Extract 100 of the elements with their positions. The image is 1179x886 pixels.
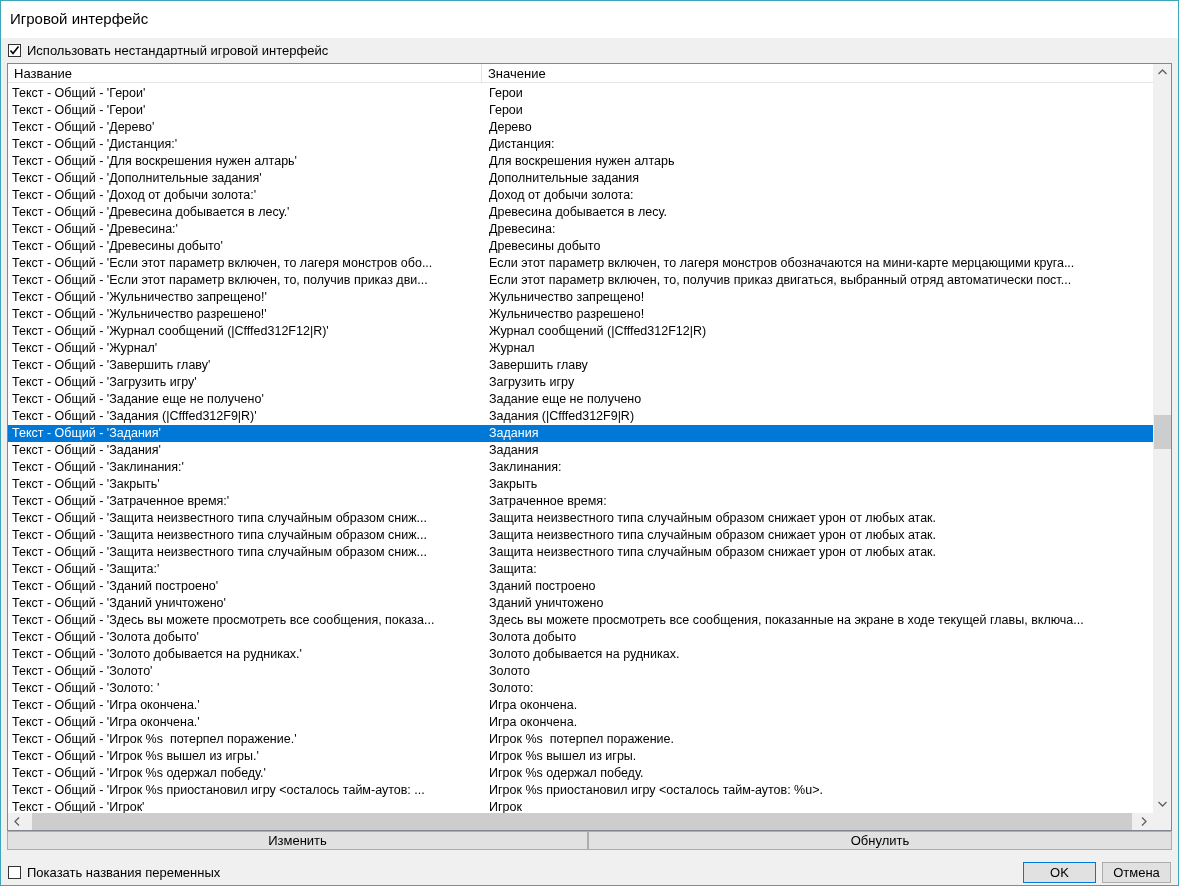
value-cell-text: Журнал (488, 340, 536, 357)
name-cell-text: Текст - Общий - 'Здесь вы можете просмотреть все сообщения, показа... (11, 612, 436, 629)
value-cell-text: Жульничество разрешено! (488, 306, 646, 323)
name-cell-text: Текст - Общий - 'Игра окончена.' (11, 714, 201, 731)
name-cell-text: Текст - Общий - 'Золото: ' (11, 680, 161, 697)
value-cell-text: Древесины добыто (488, 238, 602, 255)
action-button[interactable]: Изменить (7, 831, 588, 850)
value-cell-text: Для воскрешения нужен алтарь (488, 153, 676, 170)
value-cell-text: Защита неизвестного типа случайным образом снижает урон от любых атак. (488, 510, 938, 527)
name-cell-text: Текст - Общий - 'Игрок %s одержал победу.' (11, 765, 267, 782)
name-cell-text: Текст - Общий - 'Журнал' (11, 340, 159, 357)
value-cell-text: Зданий уничтожено (488, 595, 605, 612)
name-cell-text: Текст - Общий - 'Журнал сообщений (|Cfffed312F12|R)' (11, 323, 330, 340)
value-cell-text: Задания (488, 425, 540, 442)
dialog-button[interactable]: Отмена (1102, 862, 1171, 883)
scrollbar-thumb[interactable] (1153, 415, 1171, 449)
value-cell-text: Игра окончена. (488, 697, 579, 714)
name-cell-text: Текст - Общий - 'Золото' (11, 663, 154, 680)
value-cell-text: Игрок %s одержал победу. (488, 765, 645, 782)
value-cell-text: Затраченное время: (488, 493, 608, 510)
name-cell-text: Текст - Общий - 'Если этот параметр включен, то лагеря монстров обо... (11, 255, 434, 272)
value-cell-text: Древесина добывается в лесу. (488, 204, 668, 221)
list-row[interactable]: Текст - Общий - 'Задания' Задания (8, 425, 1153, 442)
name-cell-text: Текст - Общий - 'Защита неизвестного типа случайным образом сниж... (11, 544, 429, 561)
name-cell-text: Текст - Общий - 'Золото добывается на рудниках.' (11, 646, 303, 663)
name-cell-text: Текст - Общий - 'Доход от добычи золота:' (11, 187, 258, 204)
name-cell-text: Текст - Общий - 'Задания' (11, 442, 162, 459)
value-cell-text: Защита неизвестного типа случайным образом снижает урон от любых атак. (488, 527, 938, 544)
name-cell-text: Текст - Общий - 'Если этот параметр включен, то, получив приказ дви... (11, 272, 429, 289)
name-cell-text: Текст - Общий - 'Для воскрешения нужен алтарь' (11, 153, 298, 170)
value-cell-text: Защита: (488, 561, 538, 578)
name-cell-text: Текст - Общий - 'Герои' (11, 85, 147, 102)
value-cell-text: Завершить главу (488, 357, 589, 374)
scroll-up-icon[interactable] (1157, 69, 1167, 75)
value-cell-text: Заклинания: (488, 459, 563, 476)
value-cell-text: Задания (488, 442, 540, 459)
checkbox[interactable] (8, 44, 21, 57)
name-cell-text: Текст - Общий - 'Задание еще не получено' (11, 391, 265, 408)
name-cell-text: Текст - Общий - 'Затраченное время:' (11, 493, 231, 510)
value-cell-text: Золото (488, 663, 531, 680)
value-cell-text: Золото добывается на рудниках. (488, 646, 681, 663)
name-cell-text: Текст - Общий - 'Зданий уничтожено' (11, 595, 227, 612)
value-cell-text: Дерево (488, 119, 533, 136)
value-cell-text: Зданий построено (488, 578, 597, 595)
value-cell-text: Доход от добычи золота: (488, 187, 635, 204)
name-cell-text: Текст - Общий - 'Загрузить игру' (11, 374, 198, 391)
name-cell-text: Текст - Общий - 'Дистанция:' (11, 136, 179, 153)
value-cell-text: Защита неизвестного типа случайным образом снижает урон от любых атак. (488, 544, 938, 561)
name-cell-text: Текст - Общий - 'Древесина:' (11, 221, 179, 238)
name-cell-text: Текст - Общий - 'Игрок %s потерпел поражение.' (11, 731, 298, 748)
value-cell-text: Игрок %s приостановил игру <осталось тайм-аутов: %u>. (488, 782, 824, 799)
name-cell-text: Текст - Общий - 'Игра окончена.' (11, 697, 201, 714)
value-cell-text: Дополнительные задания (488, 170, 640, 187)
checkbox[interactable] (8, 866, 21, 879)
name-cell-text: Текст - Общий - 'Защита:' (11, 561, 161, 578)
vertical-scrollbar[interactable] (1153, 64, 1171, 813)
dialog-button[interactable]: OK (1023, 862, 1096, 883)
value-cell-text: Дистанция: (488, 136, 556, 153)
value-cell-text: Герои (488, 85, 524, 102)
value-cell-text: Здесь вы можете просмотреть все сообщения, показанные на экране в ходе текущей главы, включа... (488, 612, 1085, 629)
scroll-right-icon[interactable] (1141, 817, 1147, 826)
value-cell-text: Герои (488, 102, 524, 119)
value-cell-text: Золото: (488, 680, 535, 697)
name-cell-text: Текст - Общий - 'Игрок %s приостановил игру <осталось тайм-аутов: ... (11, 782, 426, 799)
name-cell-text: Текст - Общий - 'Защита неизвестного типа случайным образом сниж... (11, 510, 429, 527)
value-cell-text: Закрыть (488, 476, 539, 493)
value-cell-text: Задания (|Cfffed312F9|R) (488, 408, 636, 425)
name-cell-text: Текст - Общий - 'Защита неизвестного типа случайным образом сниж... (11, 527, 429, 544)
value-cell-text: Игра окончена. (488, 714, 579, 731)
checkbox-label: Использовать нестандартный игровой интерфейс (27, 41, 329, 60)
name-cell-text: Текст - Общий - 'Задания' (11, 425, 162, 442)
value-cell-text: Задание еще не получено (488, 391, 643, 408)
name-cell-text: Текст - Общий - 'Жульничество запрещено!' (11, 289, 268, 306)
value-cell-text: Жульничество запрещено! (488, 289, 646, 306)
column-header[interactable]: Название (8, 64, 482, 82)
checkbox-label: Показать названия переменных (27, 863, 221, 882)
window-title: Игровой интерфейс (10, 9, 149, 30)
name-cell-text: Текст - Общий - 'Игрок %s вышел из игры.' (11, 748, 260, 765)
value-cell-text: Журнал сообщений (|Cfffed312F12|R) (488, 323, 708, 340)
name-cell-text: Текст - Общий - 'Дополнительные задания' (11, 170, 263, 187)
name-cell-text: Текст - Общий - 'Дерево' (11, 119, 156, 136)
value-cell-text: Игрок (488, 799, 523, 813)
value-cell-text: Золота добыто (488, 629, 578, 646)
name-cell-text: Текст - Общий - 'Жульничество разрешено!' (11, 306, 268, 323)
name-cell-text: Текст - Общий - 'Закрыть' (11, 476, 161, 493)
value-cell-text: Если этот параметр включен, то лагеря монстров обозначаются на мини-карте мерцающими круга... (488, 255, 1076, 272)
scroll-left-icon[interactable] (14, 817, 20, 826)
action-button[interactable]: Обнулить (588, 831, 1172, 850)
name-cell-text: Текст - Общий - 'Древесина добывается в лесу.' (11, 204, 291, 221)
value-cell-text: Древесина: (488, 221, 557, 238)
name-cell-text: Текст - Общий - 'Зданий построено' (11, 578, 220, 595)
column-header[interactable]: Значение (482, 64, 1153, 82)
name-cell-text: Текст - Общий - 'Герои' (11, 102, 147, 119)
scroll-down-icon[interactable] (1157, 801, 1167, 807)
value-cell-text: Если этот параметр включен, то, получив приказ двигаться, выбранный отряд автоматически пост... (488, 272, 1073, 289)
value-cell-text: Игрок %s потерпел поражение. (488, 731, 675, 748)
name-cell-text: Текст - Общий - 'Золота добыто' (11, 629, 200, 646)
name-cell-text: Текст - Общий - 'Заклинания:' (11, 459, 185, 476)
name-cell-text: Текст - Общий - 'Древесины добыто' (11, 238, 224, 255)
name-cell-text: Текст - Общий - 'Задания (|Cfffed312F9|R)' (11, 408, 258, 425)
